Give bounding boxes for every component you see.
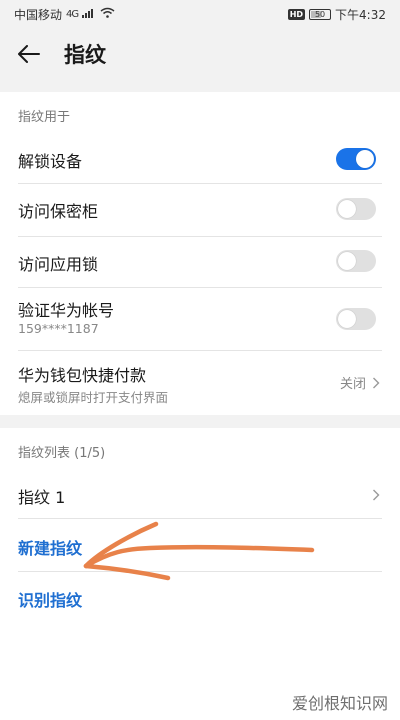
identify-fingerprint-button[interactable]: 识别指纹 — [18, 587, 82, 611]
wifi-icon — [100, 7, 115, 21]
wallet-payment-value: 关闭 — [340, 373, 380, 392]
fingerprint-item[interactable]: 指纹 1 — [0, 470, 400, 518]
back-arrow-icon — [18, 45, 40, 63]
chevron-right-icon — [373, 377, 380, 388]
safe-access-row[interactable]: 访问保密柜 — [0, 184, 400, 236]
status-bar: 中国移动 4G HD 50 下午4:32 — [0, 0, 400, 28]
chevron-right-icon — [373, 489, 380, 501]
fingerprint-list-header: 指纹列表 (1/5) — [18, 446, 106, 461]
huawei-account-toggle[interactable] — [336, 308, 376, 330]
safe-access-label: 访问保密柜 — [18, 202, 99, 221]
new-fingerprint-row[interactable]: 新建指纹 — [0, 519, 400, 571]
huawei-account-label: 验证华为帐号 — [18, 301, 115, 320]
carrier-name: 中国移动 — [14, 7, 63, 22]
unlock-device-label: 解锁设备 — [18, 152, 83, 171]
huawei-account-phone: 159****1187 — [18, 321, 99, 336]
app-lock-label: 访问应用锁 — [18, 255, 99, 274]
wallet-payment-desc: 熄屏或锁屏时打开支付界面 — [18, 390, 169, 405]
battery-level: 50 — [314, 9, 326, 19]
app-lock-toggle[interactable] — [336, 250, 376, 272]
title-bar: 指纹 — [0, 28, 400, 80]
usage-section-header: 指纹用于 — [18, 110, 71, 125]
watermark: 爱创根知识网 — [291, 694, 388, 713]
fingerprint-item-label: 指纹 1 — [18, 488, 66, 507]
wallet-payment-status: 关闭 — [339, 377, 366, 392]
clock: 下午4:32 — [335, 7, 386, 22]
identify-fingerprint-row[interactable]: 识别指纹 — [0, 572, 400, 624]
usage-card: 指纹用于 解锁设备 访问保密柜 访问应用锁 验证华为帐号 159****1187… — [0, 92, 400, 415]
page-title: 指纹 — [64, 43, 106, 67]
hd-badge: HD — [287, 8, 306, 20]
fingerprint-list-card: 指纹列表 (1/5) 指纹 1 新建指纹 识别指纹 — [0, 428, 400, 720]
unlock-device-row[interactable]: 解锁设备 — [0, 140, 400, 180]
wallet-payment-row[interactable]: 华为钱包快捷付款 熄屏或锁屏时打开支付界面 关闭 — [0, 351, 400, 413]
signal-icon — [82, 7, 96, 21]
network-type: 4G — [66, 8, 79, 20]
battery-icon: 50 — [309, 8, 332, 20]
huawei-account-row[interactable]: 验证华为帐号 159****1187 — [0, 288, 400, 350]
app-lock-row[interactable]: 访问应用锁 — [0, 237, 400, 287]
wallet-payment-label: 华为钱包快捷付款 — [18, 366, 147, 385]
unlock-device-toggle[interactable] — [336, 148, 376, 170]
back-button[interactable] — [16, 41, 42, 67]
safe-access-toggle[interactable] — [336, 198, 376, 220]
new-fingerprint-button[interactable]: 新建指纹 — [18, 535, 82, 559]
